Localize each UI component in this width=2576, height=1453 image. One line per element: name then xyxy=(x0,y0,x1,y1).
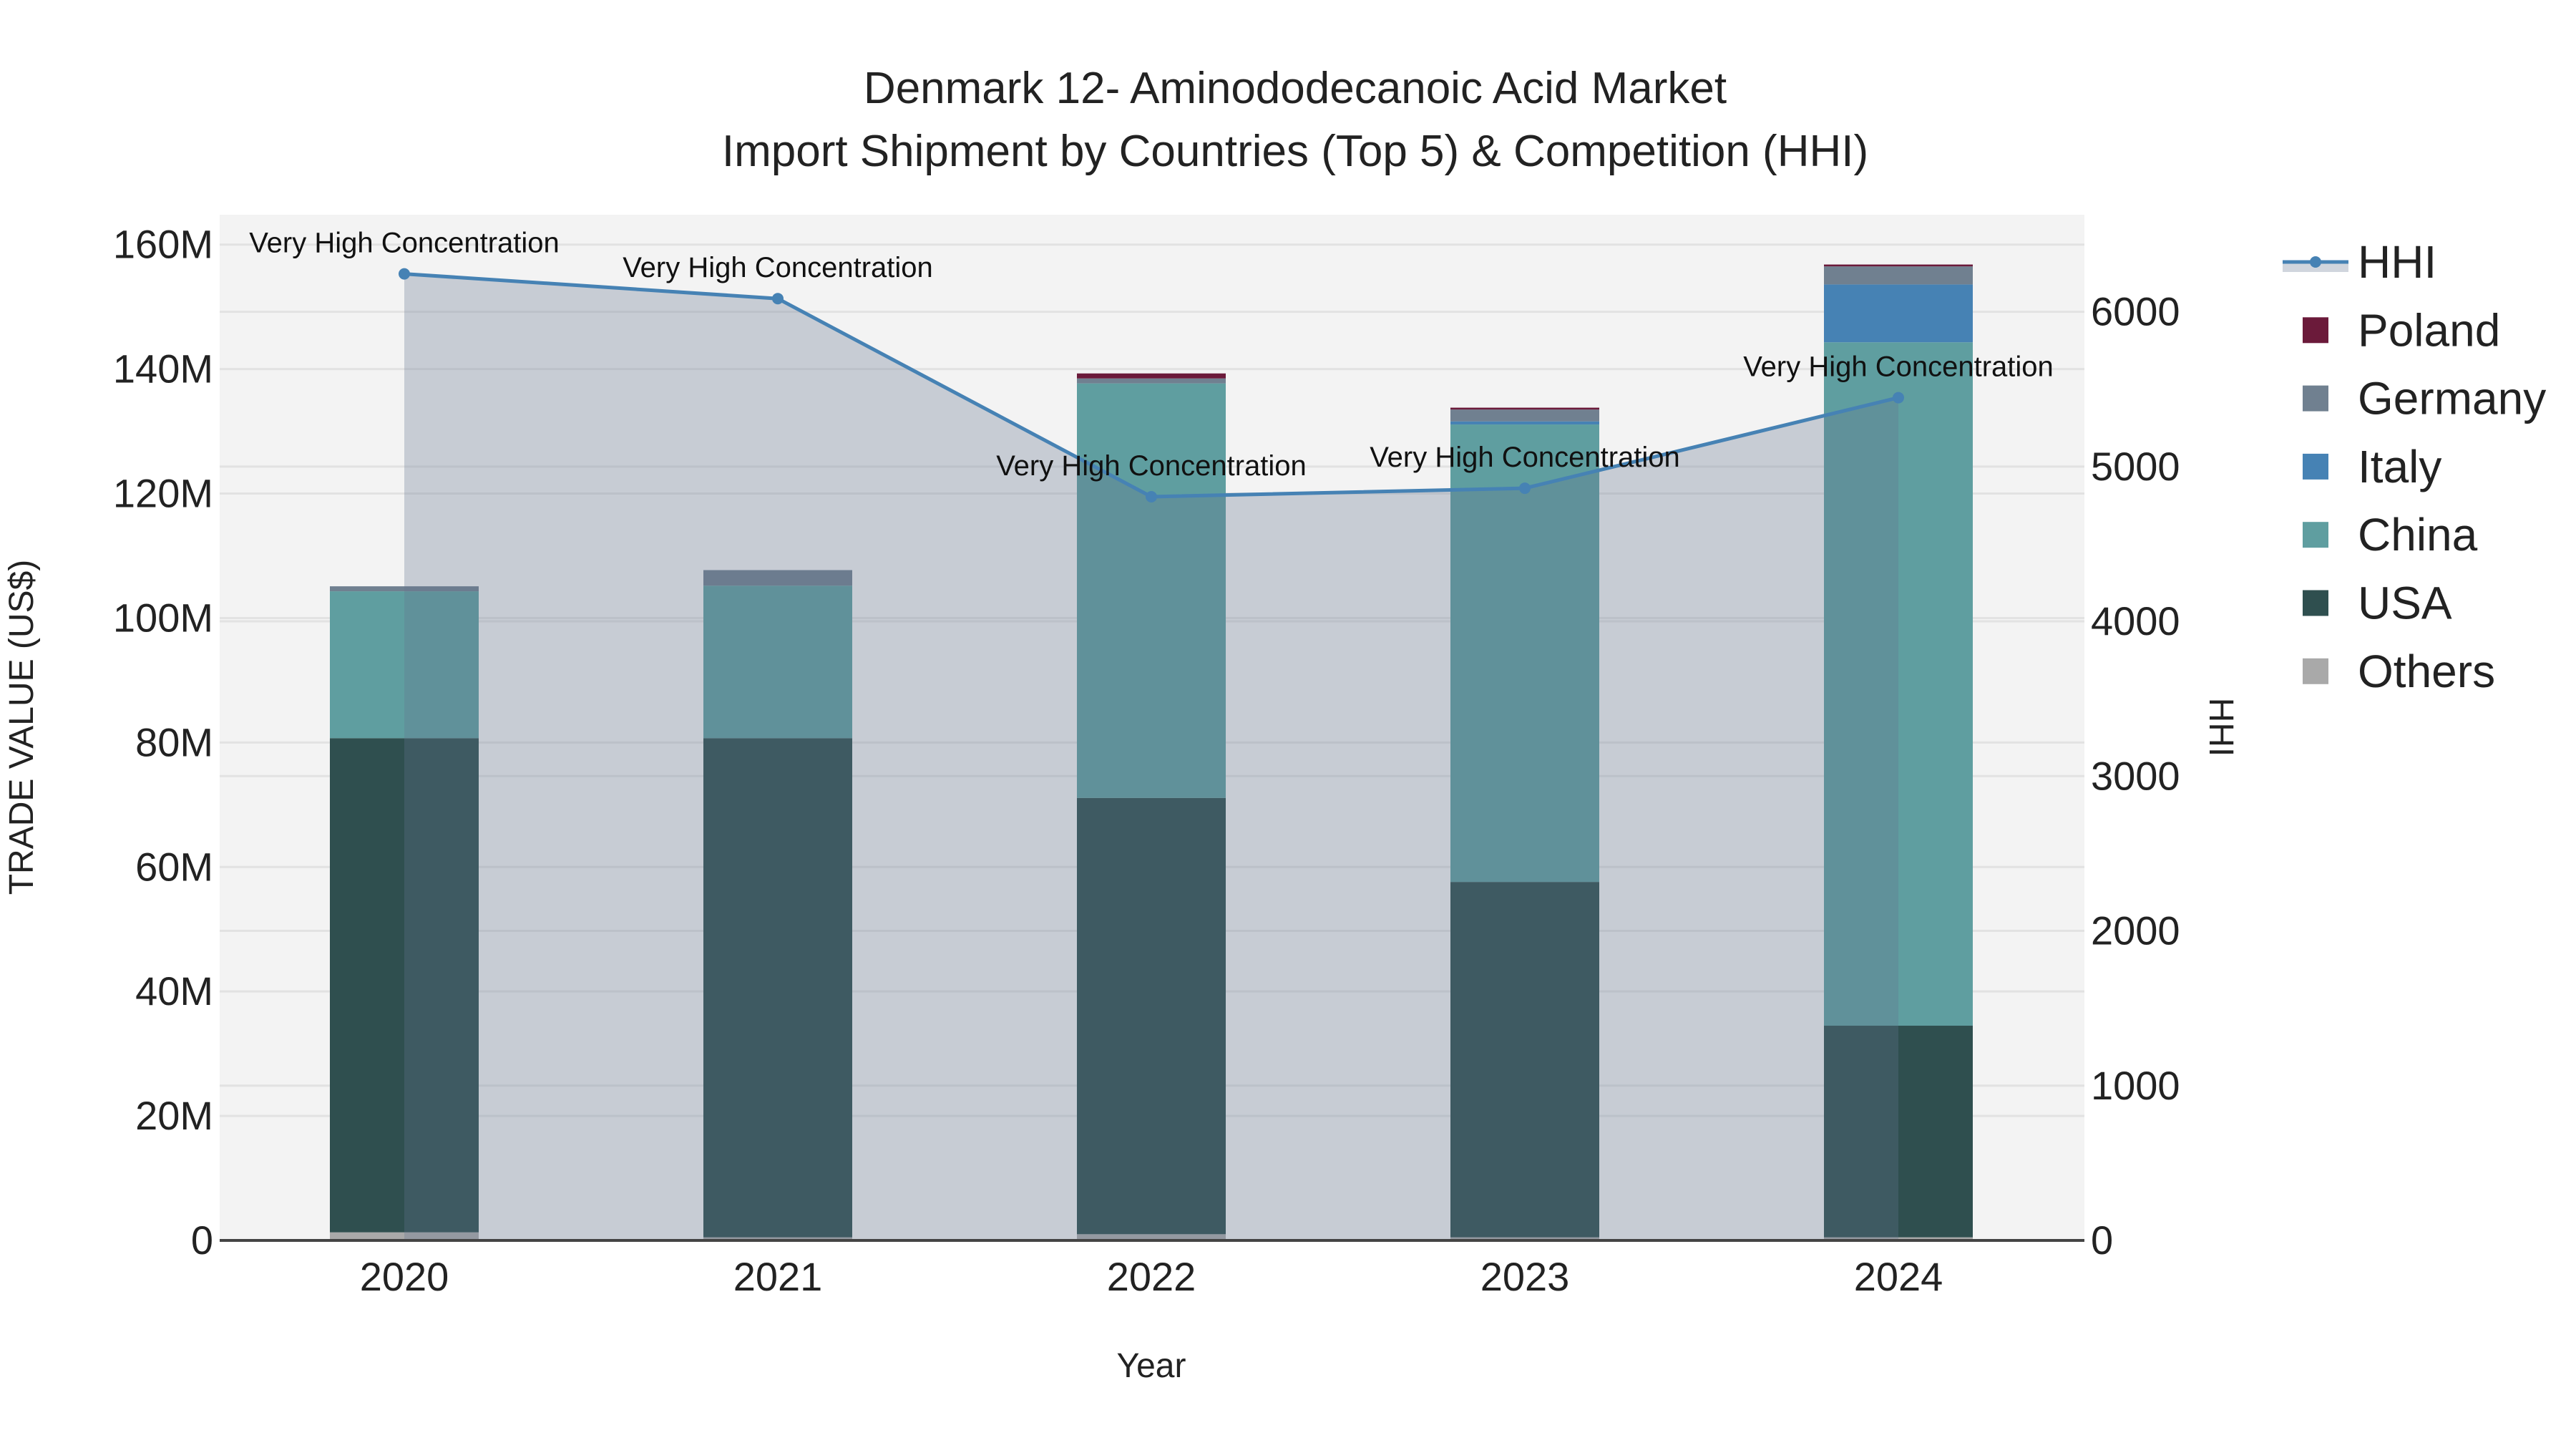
y2-tick-label: 0 xyxy=(2091,1218,2113,1263)
x-tick-label: 2023 xyxy=(1480,1254,1570,1299)
bar-italy-2023 xyxy=(1450,421,1599,425)
bar-germany-2024 xyxy=(1824,266,1973,285)
legend-swatch-italy xyxy=(2303,453,2328,480)
legend-swatch-usa xyxy=(2303,590,2328,616)
chart: Very High Concentration Very High Concent… xyxy=(3,64,2546,1385)
x-tick-label: 2020 xyxy=(360,1254,449,1299)
hhi-point-2020 xyxy=(399,268,410,280)
x-tick-label: 2022 xyxy=(1107,1254,1196,1299)
bar-poland-2023 xyxy=(1450,407,1599,410)
y-tick-label: 120M xyxy=(113,471,213,516)
bar-germany-2023 xyxy=(1450,409,1599,422)
legend-label-hhi: HHI xyxy=(2358,236,2436,288)
legend-label-china: China xyxy=(2358,509,2478,560)
y-tick-label: 100M xyxy=(113,595,213,640)
chart-title-line1: Denmark 12- Aminododecanoic Acid Market xyxy=(864,64,1727,113)
legend-label-germany: Germany xyxy=(2358,373,2546,424)
legend-label-others: Others xyxy=(2358,646,2495,697)
bar-italy-2024 xyxy=(1824,284,1973,343)
hhi-annotation: Very High Concentration xyxy=(249,228,560,259)
bar-poland-2022 xyxy=(1077,373,1226,379)
y2-tick-label: 3000 xyxy=(2091,753,2180,798)
y2-tick-label: 1000 xyxy=(2091,1063,2180,1108)
legend-swatch-china xyxy=(2303,522,2328,548)
legend-swatch-others xyxy=(2303,658,2328,684)
y2-tick-label: 5000 xyxy=(2091,444,2180,489)
hhi-point-2023 xyxy=(1519,482,1531,495)
hhi-annotation: Very High Concentration xyxy=(1743,351,2054,383)
legend-swatch-poland xyxy=(2303,317,2328,344)
legend-marker-hhi xyxy=(2310,256,2321,268)
y-tick-label: 60M xyxy=(135,844,213,889)
y-tick-label: 40M xyxy=(135,968,213,1014)
legend-label-poland: Poland xyxy=(2358,304,2500,356)
y2-tick-label: 2000 xyxy=(2091,908,2180,953)
legend-label-italy: Italy xyxy=(2358,441,2441,492)
hhi-point-2021 xyxy=(772,293,784,305)
x-tick-label: 2021 xyxy=(733,1254,823,1299)
bar-poland-2024 xyxy=(1824,264,1973,267)
y-tick-label: 160M xyxy=(113,222,213,267)
legend: HHI Poland Germany Italy China USA Others xyxy=(2283,236,2546,697)
legend-label-usa: USA xyxy=(2358,578,2452,629)
bar-germany-2022 xyxy=(1077,378,1226,384)
y-tick-label: 140M xyxy=(113,346,213,392)
hhi-annotation: Very High Concentration xyxy=(996,450,1307,482)
y-tick-label: 0 xyxy=(191,1218,213,1263)
hhi-annotation: Very High Concentration xyxy=(1370,442,1680,473)
hhi-point-2024 xyxy=(1893,392,1904,404)
legend-swatch-germany xyxy=(2303,385,2328,412)
y2-tick-label: 4000 xyxy=(2091,598,2180,643)
hhi-point-2022 xyxy=(1146,490,1157,502)
chart-title-line2: Import Shipment by Countries (Top 5) & C… xyxy=(722,127,1868,176)
y-tick-label: 80M xyxy=(135,719,213,764)
y2-tick-label: 6000 xyxy=(2091,289,2180,334)
hhi-annotation: Very High Concentration xyxy=(623,252,933,283)
y-axis-title: TRADE VALUE (US$) xyxy=(3,560,41,895)
x-axis-title: Year xyxy=(1117,1347,1186,1385)
y2-axis-title: HHI xyxy=(2202,698,2240,757)
y-tick-label: 20M xyxy=(135,1093,213,1138)
x-tick-label: 2024 xyxy=(1854,1254,1943,1299)
